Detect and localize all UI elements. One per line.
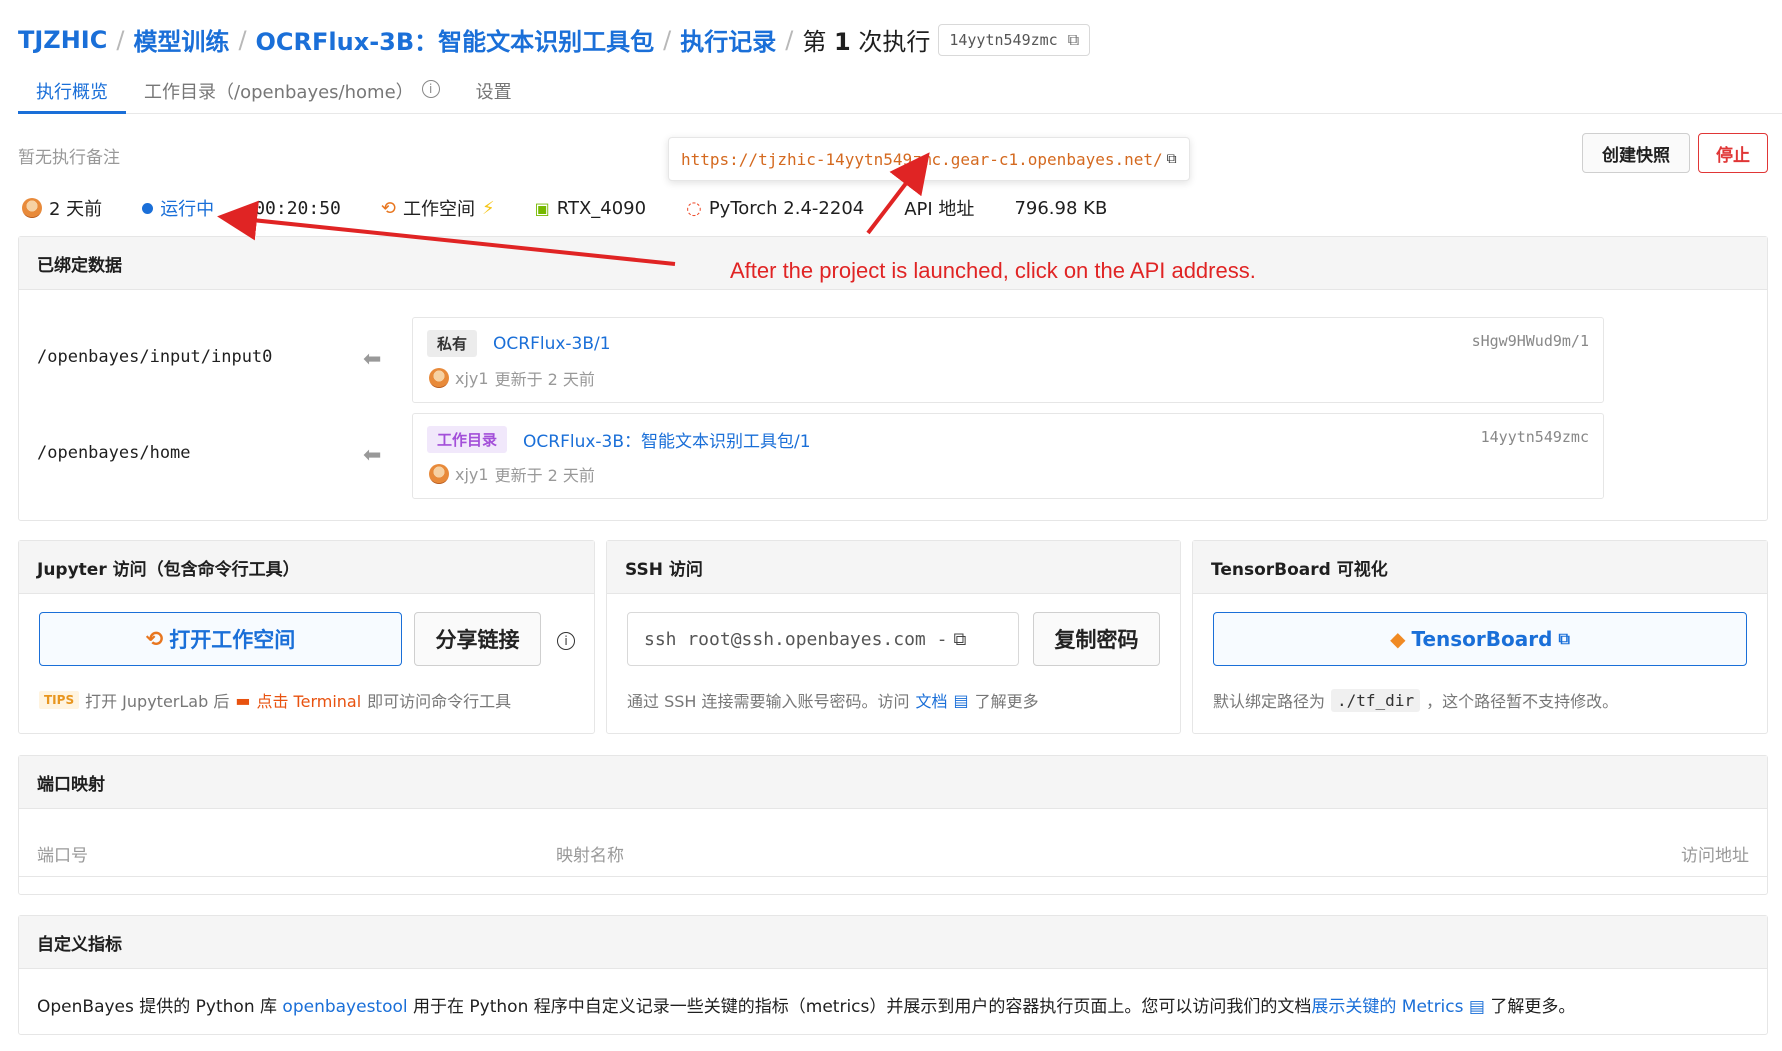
username[interactable]: xjy1 — [455, 465, 489, 484]
running-dot-icon — [142, 202, 154, 214]
breadcrumb-separator: / — [663, 25, 672, 54]
panel-title: TensorBoard 可视化 — [1193, 541, 1767, 594]
info-icon[interactable]: i — [557, 632, 575, 650]
user-avatar — [22, 198, 42, 218]
tensorboard-hint: 默认绑定路径为 ./tf_dir ，这个路径暂不支持修改。 — [1213, 688, 1619, 712]
tf-dir-code: ./tf_dir — [1331, 688, 1421, 712]
breadcrumb-current: 第 1 次执行 — [802, 28, 931, 56]
stat-framework: ◌ PyTorch 2.4-2204 — [686, 197, 865, 219]
doc-icon: ▤ — [1468, 997, 1485, 1017]
mount-path: /openbayes/home — [37, 443, 191, 463]
api-url-popover[interactable]: https://tjzhic-14yytn549zmc.gear-c1.open… — [668, 137, 1190, 181]
user-avatar — [429, 464, 449, 484]
ssh-panel: SSH 访问 ssh root@ssh.openbayes.com - ⧉ 复制… — [606, 540, 1181, 734]
create-snapshot-button[interactable]: 创建快照 — [1582, 133, 1690, 173]
username[interactable]: xjy1 — [455, 369, 489, 388]
stat-workspace[interactable]: ⟲ 工作空间 ⚡ — [381, 195, 495, 221]
stat-duration: 00:20:50 — [254, 197, 341, 219]
jupyter-panel: Jupyter 访问（包含命令行工具） ⟲ 打开工作空间 分享链接 i TIPS … — [18, 540, 595, 734]
panel-title: SSH 访问 — [607, 541, 1180, 594]
bound-data-row: /openbayes/home ⬅ 工作目录 OCRFlux-3B：智能文本识别… — [19, 413, 1767, 499]
run-stats: 2 天前 运行中 00:20:50 ⟲ 工作空间 ⚡ ▣ RTX_4090 ◌ PyTo… — [22, 194, 1147, 222]
stat-status: 运行中 — [142, 195, 214, 221]
private-tag: 私有 — [427, 330, 478, 357]
breadcrumb-separator: / — [238, 25, 247, 54]
breadcrumb-model[interactable]: OCRFlux-3B：智能文本识别工具包 — [256, 22, 655, 57]
run-id-badge: 14yytn549zmc ⧉ — [938, 23, 1091, 56]
breadcrumb: TJZHIC / 模型训练 / OCRFlux-3B：智能文本识别工具包 / 执… — [18, 22, 1091, 57]
breadcrumb-separator: / — [785, 25, 794, 54]
metrics-docs-link[interactable]: 展示关键的 Metrics — [1311, 997, 1463, 1017]
copy-password-button[interactable]: 复制密码 — [1033, 612, 1160, 666]
dataset-card: 私有 OCRFlux-3B/1 xjy1 更新于 2 天前 sHgw9HWud9… — [412, 317, 1604, 403]
col-address: 访问地址 — [1681, 846, 1749, 866]
info-icon[interactable]: i — [421, 80, 440, 98]
open-workspace-button[interactable]: ⟲ 打开工作空间 — [39, 612, 402, 666]
jupyter-icon: ⟲ — [145, 627, 164, 651]
user-avatar — [429, 368, 449, 388]
terminal-icon: ▬ — [235, 690, 251, 710]
col-port: 端口号 — [37, 846, 88, 866]
external-link-icon: ⧉ — [1558, 629, 1570, 648]
nvidia-icon: ▣ — [534, 198, 550, 218]
tab-bar: 执行概览 工作目录（/openbayes/home） i 设置 — [18, 76, 1782, 114]
stat-time: 2 天前 — [22, 195, 102, 221]
annotation-text: After the project is launched, click on … — [730, 258, 1256, 283]
ssh-hint: 通过 SSH 连接需要输入账号密码。访问 文档 ▤ 了解更多 — [627, 688, 1039, 712]
port-mapping-panel: 端口映射 端口号 映射名称 访问地址 — [18, 755, 1768, 895]
stat-size: 796.98 KB — [1014, 197, 1108, 219]
updated-time: 更新于 2 天前 — [494, 466, 595, 485]
tensorboard-panel: TensorBoard 可视化 ◆ TensorBoard ⧉ 默认绑定路径为 ./… — [1192, 540, 1768, 734]
workdir-tag: 工作目录 — [427, 426, 508, 453]
dataset-id: 14yytn549zmc — [1480, 428, 1589, 446]
copy-icon[interactable]: ⧉ — [1068, 30, 1079, 50]
external-link-icon: ⧉ — [1166, 151, 1177, 167]
tab-overview[interactable]: 执行概览 — [18, 76, 126, 114]
breadcrumb-separator: / — [116, 25, 125, 54]
divider — [19, 876, 1767, 877]
tab-workdir[interactable]: 工作目录（/openbayes/home） i — [126, 76, 458, 114]
dataset-link[interactable]: OCRFlux-3B/1 — [493, 334, 611, 354]
panel-title: 自定义指标 — [19, 916, 1767, 969]
pytorch-icon: ◌ — [686, 197, 702, 219]
updated-time: 更新于 2 天前 — [494, 370, 595, 389]
arrow-left-icon: ⬅ — [363, 347, 382, 372]
copy-icon[interactable]: ⧉ — [953, 629, 966, 650]
tensorboard-button[interactable]: ◆ TensorBoard ⧉ — [1213, 612, 1747, 666]
share-link-button[interactable]: 分享链接 — [414, 612, 541, 666]
col-name: 映射名称 — [556, 846, 624, 866]
tensorboard-icon: ◆ — [1390, 627, 1406, 651]
doc-icon: ▤ — [953, 690, 969, 710]
jupyter-hint: TIPS 打开 JupyterLab 后 ▬ 点击 Terminal 即可访问命令… — [39, 688, 511, 712]
jupyter-icon: ⟲ — [380, 197, 396, 219]
tips-badge: TIPS — [39, 691, 80, 709]
tab-settings[interactable]: 设置 — [458, 76, 530, 114]
metrics-description: OpenBayes 提供的 Python 库 openbayestool 用于在… — [37, 997, 1576, 1017]
ssh-command-input[interactable]: ssh root@ssh.openbayes.com - ⧉ — [627, 612, 1019, 666]
dataset-card: 工作目录 OCRFlux-3B：智能文本识别工具包/1 xjy1 更新于 2 天… — [412, 413, 1604, 499]
api-address-link[interactable]: API 地址 — [904, 195, 974, 221]
lightning-icon: ⚡ — [481, 197, 495, 219]
breadcrumb-org[interactable]: TJZHIC — [18, 26, 107, 54]
mount-path: /openbayes/input/input0 — [37, 347, 273, 367]
bound-data-row: /openbayes/input/input0 ⬅ 私有 OCRFlux-3B/… — [19, 317, 1767, 403]
docs-link[interactable]: 文档 — [916, 688, 948, 712]
breadcrumb-records[interactable]: 执行记录 — [680, 22, 776, 57]
stat-gpu: ▣ RTX_4090 — [534, 197, 647, 219]
custom-metrics-panel: 自定义指标 OpenBayes 提供的 Python 库 openbayesto… — [18, 915, 1768, 1035]
run-id: 14yytn549zmc — [949, 30, 1058, 49]
api-url[interactable]: https://tjzhic-14yytn549zmc.gear-c1.open… — [681, 150, 1163, 169]
dataset-id: sHgw9HWud9m/1 — [1471, 332, 1589, 350]
openbayestool-link[interactable]: openbayestool — [282, 997, 407, 1017]
breadcrumb-project[interactable]: 模型训练 — [133, 22, 229, 57]
panel-title: Jupyter 访问（包含命令行工具） — [19, 541, 594, 594]
arrow-left-icon: ⬅ — [363, 443, 382, 468]
dataset-link[interactable]: OCRFlux-3B：智能文本识别工具包/1 — [523, 427, 811, 452]
panel-title: 端口映射 — [19, 756, 1767, 809]
execution-note: 暂无执行备注 — [18, 148, 120, 168]
stop-button[interactable]: 停止 — [1698, 133, 1768, 173]
